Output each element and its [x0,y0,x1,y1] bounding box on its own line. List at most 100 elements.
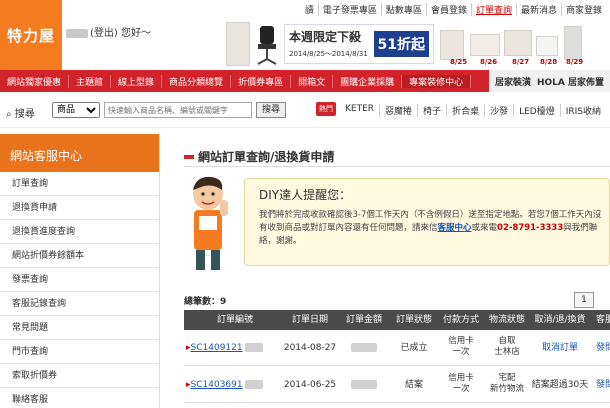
record-count: 總筆數：9 [184,297,227,307]
nav-hola[interactable]: HOLA 居家佈置 [537,75,604,88]
search-bar: ⌕ 搜尋 商品 搜尋 熱門 KETER 惡魔捲 椅子 折合桌 沙發 LED檯燈 … [0,92,610,128]
nav-item[interactable]: 團購企業採購 [333,74,403,88]
hot-tag[interactable]: 惡魔捲 [380,104,419,117]
banner-title: 本週限定下殺 [289,30,362,44]
promo-item-image[interactable] [536,36,558,56]
table-row: ▸SC1403691 2014-06-25 結案 信用卡 一次 宅配 新竹物流 結案… [184,367,610,403]
payment-cell: 信用卡 一次 [448,373,474,394]
order-number-cell[interactable]: ▸SC1409121 [186,330,282,366]
sidebar-item-faq[interactable]: 常見問題 [0,316,159,340]
greeting: (登出) 您好～ [66,24,151,39]
sidebar-item-return-progress[interactable]: 退換貨進度查詢 [0,220,159,244]
logo[interactable]: 特力屋 [0,0,62,70]
nav-item[interactable]: 網站獨家優惠 [0,74,70,88]
price-tag: 8/27 [512,58,530,66]
promo-item-image[interactable] [504,30,532,56]
nav-item[interactable]: 折價券專區 [231,74,292,88]
sidebar: 網站客服中心 訂單查詢 退換貨申請 退換貨進度查詢 網站折價券餘額本 發票查詢 … [0,134,160,408]
amount-cell [338,330,390,366]
greeting-text[interactable]: (登出) 您好～ [90,28,151,39]
topnav-item[interactable]: 商家登錄 [562,3,606,16]
shipping-cell: 宅配 新竹物流 [489,373,524,394]
hot-tags: KETER 惡魔捲 椅子 折合桌 沙發 LED檯燈 IRIS收納 [340,104,606,117]
col-header: 客服 [595,315,610,325]
col-header: 物流狀態 [488,315,525,325]
sidebar-item-coupon-balance[interactable]: 網站折價券餘額本 [0,244,159,268]
search-button[interactable]: 搜尋 [256,102,286,118]
hot-tag[interactable]: KETER [340,104,381,117]
amount-cell [338,367,390,403]
sidebar-item-invoice[interactable]: 發票查詢 [0,268,159,292]
sidebar-item-get-coupon[interactable]: 索取折價券 [0,364,159,388]
search-icon: ⌕ [6,109,12,120]
blurred-amount [351,380,377,389]
price-tag: 8/26 [480,58,498,66]
col-header: 訂單日期 [291,315,328,325]
date-cell: 2014-08-27 [283,343,337,353]
nav-item[interactable]: 開箱文 [291,74,334,88]
promo-item-image[interactable] [564,26,582,60]
date-cell: 2014-06-25 [283,380,337,390]
mascot-image [184,172,236,276]
top-nav: 讀 電子發票專區 點數專區 會員登錄 訂單查詢 最新消息 商家登錄 [301,3,606,16]
nav-item[interactable]: 線上型錄 [111,74,163,88]
hot-tag[interactable]: 椅子 [418,104,448,117]
customer-service-link[interactable]: 客服中心 [438,223,472,233]
page-number[interactable]: 1 [574,292,594,308]
nav-right: 居家裝潢 HOLA 居家佈置 [488,70,610,92]
blurred-text [244,343,263,352]
table-header: 訂單編號 訂單日期 訂單金額 訂單狀態 付款方式 物流狀態 取消/退/換貨 客服 [184,310,610,330]
status-cell: 已成立 [400,343,428,353]
col-header: 訂單編號 [216,315,253,325]
col-header: 付款方式 [442,315,479,325]
tip-box: DIY達人提醒您： 我們將於完成收款確認後3-7個工作天內（不含例假日）送至指定… [244,178,610,266]
search-category-select[interactable]: 商品 [52,102,100,118]
ask-question-link[interactable]: 發問 [590,367,610,403]
sidebar-item-contact[interactable]: 聯絡客服 [0,388,159,408]
hot-tag[interactable]: 沙發 [485,104,515,117]
payment-cell: 信用卡 一次 [448,336,474,357]
tip-title: DIY達人提醒您： [259,188,352,202]
banner-dates: 2014/8/25～2014/8/31 [289,50,368,58]
title-marker [184,154,194,159]
main-nav: 網站獨家優惠 主題館 線上型錄 商品分類總覽 折價券專區 開箱文 團購企業採購 … [0,70,610,92]
col-header: 取消/退/換貨 [534,315,586,325]
search-input[interactable] [104,102,252,118]
topnav-item[interactable]: 會員登錄 [427,3,472,16]
col-header: 訂單金額 [345,315,382,325]
promo-chair-image[interactable] [254,24,280,66]
nav-item[interactable]: 主題館 [69,74,112,88]
hot-tag[interactable]: LED檯燈 [514,104,561,117]
promo-item-image[interactable] [440,30,464,60]
cancel-order-link[interactable]: 取消訂單 [530,330,590,366]
topnav-item[interactable]: 讀 [301,3,319,16]
price-tag: 8/29 [566,58,584,66]
col-header: 訂單狀態 [395,315,432,325]
promo-item-image[interactable] [470,34,500,56]
sidebar-item-order-query[interactable]: 訂單查詢 [0,172,159,196]
promo-cabinet-image[interactable] [226,22,250,66]
sidebar-item-service-record[interactable]: 客服記錄查詢 [0,292,159,316]
topnav-item-order-query[interactable]: 訂單查詢 [472,3,517,16]
action-status-cell: 結案超過30天 [531,380,589,390]
sidebar-item-return-apply[interactable]: 退換貨申請 [0,196,159,220]
promo-banner[interactable]: 本週限定下殺 2014/8/25～2014/8/31 51折起 [284,24,434,64]
sidebar-title: 網站客服中心 [0,134,159,172]
nav-item-project-center[interactable]: 專案裝修中心 [402,74,472,88]
divider [184,166,610,167]
topnav-item[interactable]: 電子發票專區 [319,3,382,16]
sidebar-item-store-query[interactable]: 門市查詢 [0,340,159,364]
order-number-cell[interactable]: ▸SC1403691 [186,367,282,403]
hot-tag[interactable]: IRIS收納 [561,104,606,117]
hot-tag[interactable]: 折合桌 [447,104,486,117]
ask-question-link[interactable]: 發問 [590,330,610,366]
price-tag: 8/25 [450,58,468,66]
search-label: ⌕ 搜尋 [6,109,35,120]
topnav-item[interactable]: 最新消息 [517,3,562,16]
hot-label: 熱門 [316,102,336,116]
nav-home-decor[interactable]: 居家裝潢 [495,75,531,88]
topnav-item[interactable]: 點數專區 [382,3,427,16]
nav-item[interactable]: 商品分類總覽 [162,74,232,88]
tip-body: 我們將於完成收款確認後3-7個工作天內（不含例假日）送至指定地點。若您7個工作天… [259,210,602,246]
blurred-username [66,28,88,38]
